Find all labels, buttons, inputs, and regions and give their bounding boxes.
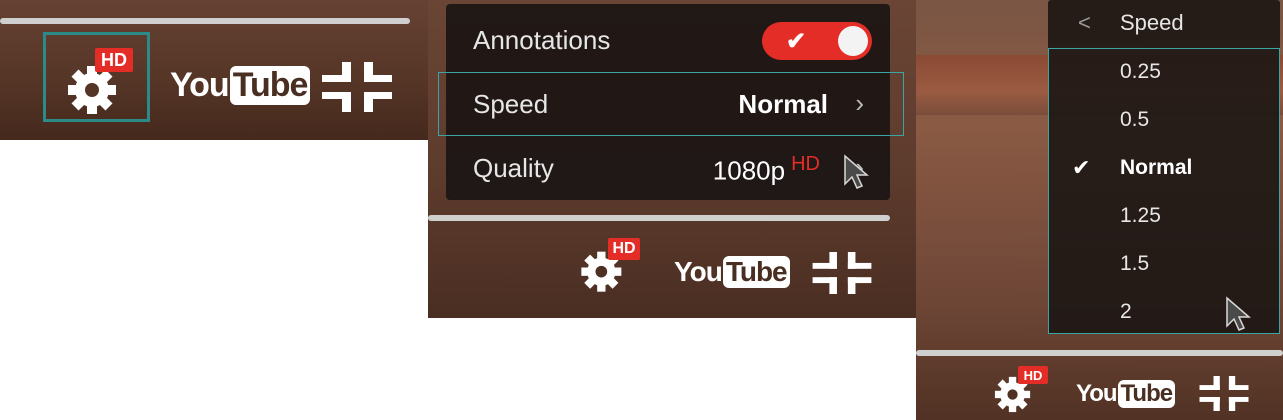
exit-fullscreen-button[interactable] bbox=[1199, 376, 1249, 416]
fullscreen-exit-icon bbox=[812, 252, 872, 294]
logo-tube-text: Tube bbox=[722, 256, 790, 288]
menu-row-annotations[interactable]: Annotations ✔ bbox=[446, 8, 890, 72]
menu-row-quality[interactable]: Quality 1080p HD › bbox=[446, 136, 890, 200]
quality-hd-badge: HD bbox=[791, 153, 820, 175]
mouse-cursor-icon bbox=[1224, 296, 1252, 337]
speed-highlight-box bbox=[438, 72, 904, 136]
mouse-cursor-icon bbox=[842, 154, 870, 195]
progress-bar[interactable] bbox=[428, 215, 890, 221]
speed-submenu-title: Speed bbox=[1120, 10, 1184, 35]
exit-fullscreen-button[interactable] bbox=[812, 252, 872, 299]
logo-tube-text: Tube bbox=[229, 66, 311, 105]
speed-options-highlight-box bbox=[1048, 48, 1280, 334]
youtube-logo[interactable]: You Tube bbox=[1076, 380, 1176, 408]
fullscreen-exit-icon bbox=[322, 62, 392, 112]
player-controls-panel-2: Annotations ✔ Speed Normal › Quality 108… bbox=[428, 0, 916, 318]
annotations-label: Annotations bbox=[473, 25, 611, 55]
player-controls-panel-1: HD You Tube bbox=[0, 0, 428, 140]
checkmark-icon: ✔ bbox=[786, 28, 807, 55]
logo-you-text: You bbox=[170, 66, 230, 104]
logo-tube-text: Tube bbox=[1117, 380, 1176, 408]
annotations-toggle[interactable]: ✔ bbox=[762, 22, 872, 60]
hd-badge: HD bbox=[608, 238, 640, 260]
quality-label: Quality bbox=[473, 153, 554, 183]
hd-badge: HD bbox=[1018, 366, 1048, 384]
quality-value: 1080p bbox=[712, 155, 786, 186]
progress-bar[interactable] bbox=[0, 18, 410, 24]
speed-submenu-header[interactable]: < Speed bbox=[1048, 0, 1280, 48]
logo-you-text: You bbox=[674, 256, 723, 287]
player-controls-panel-3: < Speed 0.25 0.5 ✔ Normal 1.25 1.5 2 HD … bbox=[916, 0, 1283, 420]
progress-bar[interactable] bbox=[916, 350, 1283, 356]
fullscreen-exit-icon bbox=[1199, 376, 1249, 411]
youtube-logo[interactable]: You Tube bbox=[170, 66, 311, 105]
toggle-knob bbox=[838, 26, 868, 56]
logo-you-text: You bbox=[1076, 380, 1118, 407]
youtube-logo[interactable]: You Tube bbox=[674, 256, 790, 288]
hd-badge: HD bbox=[95, 48, 133, 72]
exit-fullscreen-button[interactable] bbox=[322, 62, 392, 117]
back-chevron-icon: < bbox=[1078, 10, 1091, 35]
